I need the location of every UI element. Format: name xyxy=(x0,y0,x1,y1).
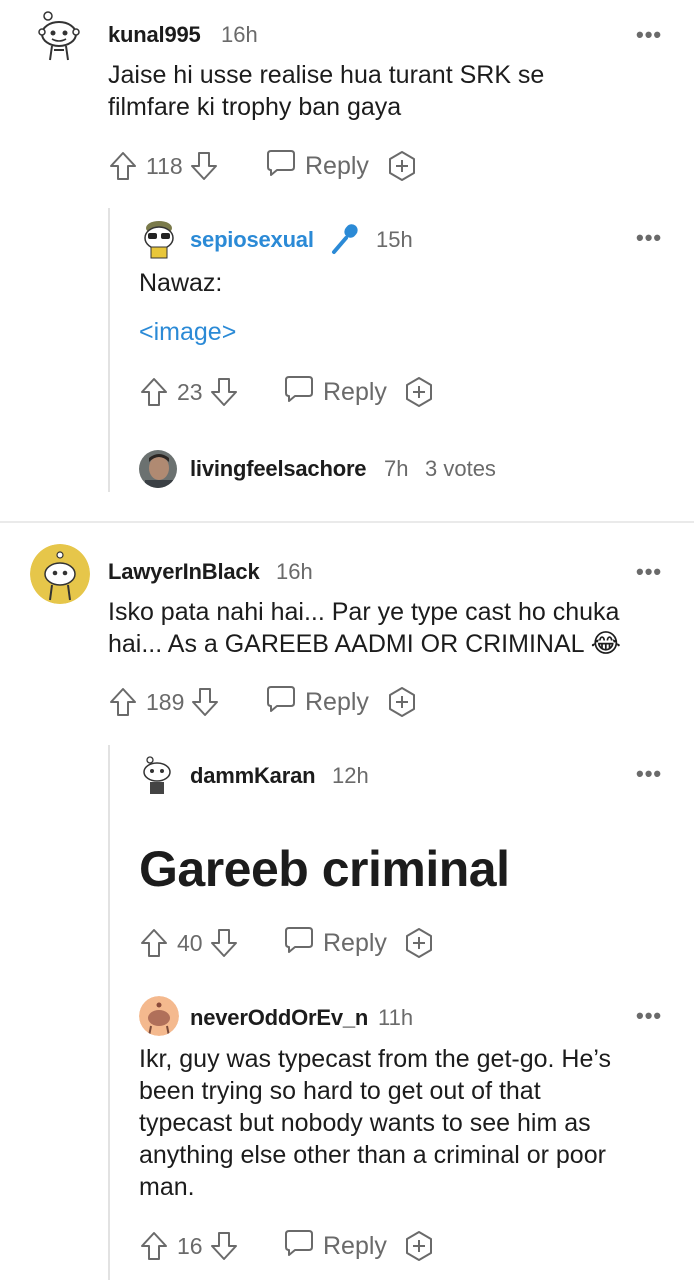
upvote-icon[interactable] xyxy=(108,150,138,182)
avatar-livingfeelsachore[interactable] xyxy=(139,450,177,488)
snoo-avatar-icon xyxy=(38,11,80,61)
comment-body-line: Ikr, guy was typecast from the get-go. H… xyxy=(139,1045,611,1073)
vote-controls: 189 xyxy=(108,684,220,720)
reply-label: Reply xyxy=(323,1231,387,1260)
reply-label: Reply xyxy=(323,928,387,957)
comment-username[interactable]: LawyerInBlack xyxy=(108,559,260,585)
reply-bubble-icon xyxy=(265,148,297,185)
reply-bubble-icon xyxy=(283,925,315,962)
comment-heading-body: Gareeb criminal xyxy=(139,841,510,897)
award-plus-icon[interactable] xyxy=(403,1230,435,1267)
more-options-button[interactable]: ••• xyxy=(636,1003,662,1029)
vote-controls: 23 xyxy=(139,374,239,410)
reply-label: Reply xyxy=(305,151,369,180)
vote-controls: 40 xyxy=(139,925,239,961)
image-placeholder-link[interactable]: <image> xyxy=(139,318,236,347)
avatar-lawyerinblack[interactable] xyxy=(30,544,90,604)
upvote-icon[interactable] xyxy=(139,927,169,959)
reply-bubble-icon xyxy=(283,1228,315,1265)
vote-count: 118 xyxy=(146,152,183,179)
vote-controls: 16 xyxy=(139,1228,239,1264)
comment-divider xyxy=(0,521,694,523)
comment-username[interactable]: neverOddOrEv_n xyxy=(190,1005,368,1031)
comment-body-line: been trying so hard to get out of that xyxy=(139,1077,541,1105)
comment-body-line: hai... As a GAREEB AADMI OR CRIMINAL 😂 xyxy=(108,627,621,660)
award-plus-icon[interactable] xyxy=(386,686,418,723)
reply-label: Reply xyxy=(323,377,387,406)
thread-line[interactable] xyxy=(108,745,110,1280)
laughing-emoji: 😂 xyxy=(590,628,621,658)
downvote-icon[interactable] xyxy=(209,376,239,408)
comment-timestamp: 16h xyxy=(221,22,258,47)
award-plus-icon[interactable] xyxy=(386,150,418,187)
reply-button[interactable]: Reply xyxy=(265,684,369,721)
snoo-avatar-icon xyxy=(143,756,171,794)
downvote-icon[interactable] xyxy=(209,927,239,959)
comment-body-line: filmfare ki trophy ban gaya xyxy=(108,93,402,121)
reply-button[interactable]: Reply xyxy=(283,1228,387,1265)
reply-label: Reply xyxy=(305,687,369,716)
upvote-icon[interactable] xyxy=(108,686,138,718)
vote-count: 16 xyxy=(177,1232,203,1259)
comment-body: Nawaz: xyxy=(139,269,223,297)
downvote-icon[interactable] xyxy=(189,150,219,182)
avatar-sepiosexual[interactable] xyxy=(139,218,179,260)
comment-body-line: typecast but nobody wants to see him as xyxy=(139,1109,591,1137)
reply-button[interactable]: Reply xyxy=(283,374,387,411)
comment-body-line: man. xyxy=(139,1173,195,1201)
downvote-icon[interactable] xyxy=(209,1230,239,1262)
comment-body-line: Isko pata nahi hai... Par ye type cast h… xyxy=(108,598,620,626)
avatar-neveroddorev-n[interactable] xyxy=(139,996,179,1036)
comment-timestamp: 15h xyxy=(376,227,413,252)
comment-body-line: Jaise hi usse realise hua turant SRK se xyxy=(108,61,545,89)
comment-username[interactable]: dammKaran xyxy=(190,763,316,789)
comment-body-text: hai... As a GAREEB AADMI OR CRIMINAL xyxy=(108,630,584,658)
snoo-avatar-icon xyxy=(30,544,90,604)
vote-controls: 118 xyxy=(108,148,219,184)
award-plus-icon[interactable] xyxy=(403,376,435,413)
downvote-icon[interactable] xyxy=(190,686,220,718)
comment-timestamp: 12h xyxy=(332,763,369,788)
user-photo-icon xyxy=(139,450,177,488)
reply-bubble-icon xyxy=(283,374,315,411)
award-plus-icon[interactable] xyxy=(403,927,435,964)
more-options-button[interactable]: ••• xyxy=(636,761,662,787)
reply-button[interactable]: Reply xyxy=(283,925,387,962)
comment-timestamp: 16h xyxy=(276,559,313,584)
comment-timestamp: 7h xyxy=(384,456,409,481)
avatar-dammkaran[interactable] xyxy=(139,754,175,796)
reply-button[interactable]: Reply xyxy=(265,148,369,185)
comment-timestamp: 11h xyxy=(378,1005,414,1030)
snoo-avatar-icon xyxy=(139,996,179,1036)
microphone-icon xyxy=(328,222,362,261)
comment-username[interactable]: livingfeelsachore xyxy=(190,456,367,482)
avatar-kunal995[interactable] xyxy=(34,8,84,64)
reply-bubble-icon xyxy=(265,684,297,721)
upvote-icon[interactable] xyxy=(139,376,169,408)
snoo-avatar-icon xyxy=(144,221,174,259)
vote-count: 23 xyxy=(177,378,203,405)
vote-count: 40 xyxy=(177,929,203,956)
more-options-button[interactable]: ••• xyxy=(636,22,662,48)
more-options-button[interactable]: ••• xyxy=(636,225,662,251)
comment-username[interactable]: sepiosexual xyxy=(190,227,314,253)
upvote-icon[interactable] xyxy=(139,1230,169,1262)
comment-body-line: anything else other than a criminal or p… xyxy=(139,1141,606,1169)
more-options-button[interactable]: ••• xyxy=(636,559,662,585)
collapsed-vote-count: 3 votes xyxy=(425,456,496,481)
vote-count: 189 xyxy=(146,688,185,715)
comment-username[interactable]: kunal995 xyxy=(108,22,201,48)
thread-line[interactable] xyxy=(108,208,110,492)
